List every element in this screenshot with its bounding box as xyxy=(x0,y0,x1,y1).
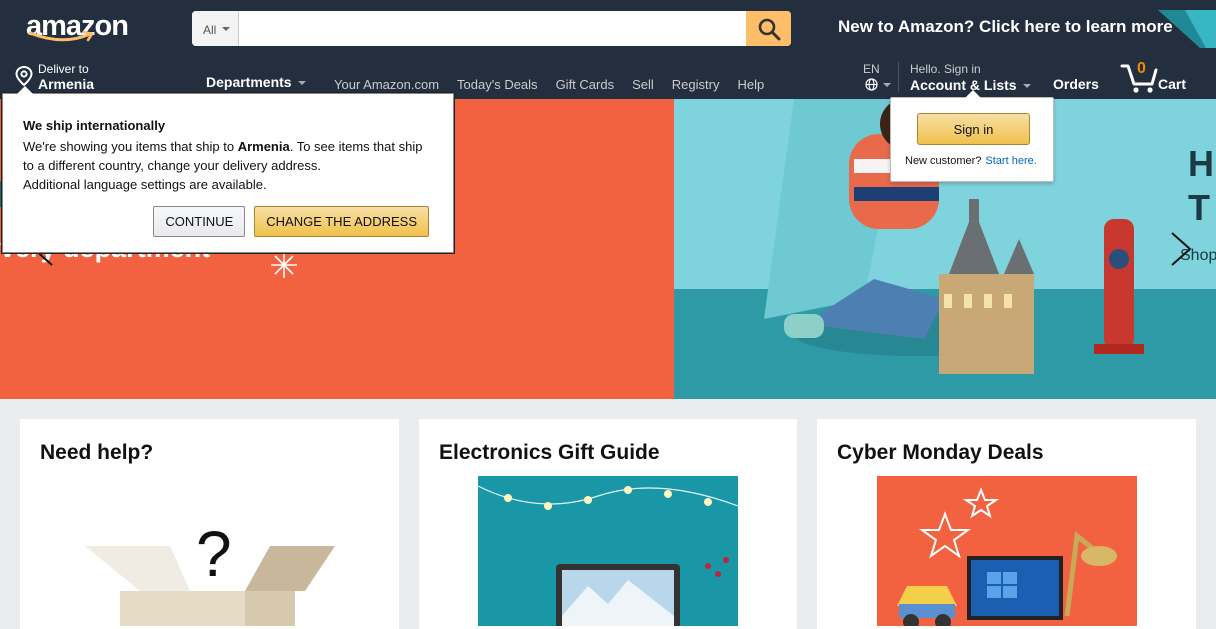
header-bar: amazon All New to Amazon? Click here to … xyxy=(0,0,1216,99)
nav-link-help[interactable]: Help xyxy=(737,77,764,92)
orders-link[interactable]: Orders xyxy=(1053,76,1099,92)
smile-icon xyxy=(28,30,95,42)
card-need-help[interactable]: Need help? ? xyxy=(20,419,399,629)
language-selector[interactable]: EN xyxy=(863,62,891,91)
departments-menu[interactable]: Departments xyxy=(206,74,306,90)
change-address-button[interactable]: CHANGE THE ADDRESS xyxy=(254,206,429,237)
globe-icon xyxy=(865,78,878,91)
nav-links: Your Amazon.com Today's Deals Gift Cards… xyxy=(334,77,764,92)
popover-notch xyxy=(965,90,981,98)
card-electronics-gift-guide[interactable]: Electronics Gift Guide xyxy=(419,419,797,629)
departments-label: Departments xyxy=(206,74,292,90)
hero-right-title-2: T xyxy=(1188,187,1210,228)
nav-link-gift-cards[interactable]: Gift Cards xyxy=(556,77,615,92)
popover-notch xyxy=(17,86,33,94)
nav-divider xyxy=(898,62,899,92)
svg-text:?: ? xyxy=(196,518,232,590)
popover-title: We ship internationally xyxy=(23,118,166,133)
new-customer-label: New customer? xyxy=(905,155,982,167)
card-title: Cyber Monday Deals xyxy=(837,441,1044,464)
search-bar: All xyxy=(192,11,791,46)
chevron-down-icon xyxy=(222,27,230,31)
cyber-monday-deals-image xyxy=(877,476,1137,626)
search-icon xyxy=(758,18,780,40)
sign-in-button[interactable]: Sign in xyxy=(917,113,1030,145)
hero-right-title-1: H xyxy=(1188,143,1214,184)
popover-country: Armenia xyxy=(237,139,290,154)
account-lists-label: Account & Lists xyxy=(910,77,1017,93)
promo-swoosh-icon xyxy=(1158,10,1216,48)
electronics-gift-image xyxy=(478,476,738,626)
popover-text-prefix: We're showing you items that ship to xyxy=(23,139,238,154)
popover-message: We're showing you items that ship to Arm… xyxy=(23,137,433,175)
chevron-down-icon xyxy=(297,81,306,86)
account-greeting: Hello. Sign in xyxy=(910,62,981,76)
search-input[interactable] xyxy=(239,11,746,46)
open-box-image: ? xyxy=(85,518,335,626)
search-button[interactable] xyxy=(746,11,791,46)
carousel-next-icon[interactable] xyxy=(1168,231,1194,267)
continue-button[interactable]: CONTINUE xyxy=(153,206,246,237)
search-category-select[interactable]: All xyxy=(192,11,239,46)
cart-button[interactable]: 0 Cart xyxy=(1120,58,1200,94)
card-title: Need help? xyxy=(40,441,154,464)
nav-link-todays-deals[interactable]: Today's Deals xyxy=(457,77,538,92)
ship-internationally-popover: We ship internationally We're showing yo… xyxy=(2,86,454,253)
nav-link-registry[interactable]: Registry xyxy=(672,77,720,92)
card-title: Electronics Gift Guide xyxy=(439,441,660,464)
signin-popover: Sign in New customer? Start here. xyxy=(890,90,1054,182)
account-lists-menu[interactable]: Hello. Sign in Account & Lists xyxy=(910,62,1031,93)
popover-actions: CONTINUE CHANGE THE ADDRESS xyxy=(153,206,429,237)
promo-link[interactable]: New to Amazon? Click here to learn more xyxy=(838,17,1173,37)
nav-link-your-amazon[interactable]: Your Amazon.com xyxy=(334,77,439,92)
deliver-to-label: Deliver to xyxy=(38,62,89,76)
language-code: EN xyxy=(863,62,880,76)
new-customer-line: New customer? Start here. xyxy=(905,155,1037,167)
chevron-down-icon xyxy=(1022,84,1031,89)
popover-language-note: Additional language settings are availab… xyxy=(23,177,267,192)
search-category-label: All xyxy=(203,23,217,37)
start-here-link[interactable]: Start here. xyxy=(985,155,1036,167)
cart-count: 0 xyxy=(1137,60,1146,77)
amazon-logo[interactable]: amazon xyxy=(26,10,129,46)
cart-label: Cart xyxy=(1158,76,1187,92)
deliver-to-country: Armenia xyxy=(38,76,95,92)
nav-link-sell[interactable]: Sell xyxy=(632,77,654,92)
chevron-down-icon xyxy=(883,83,891,87)
sparkle-icon xyxy=(271,252,297,278)
location-pin-icon xyxy=(15,66,33,86)
card-cyber-monday-deals[interactable]: Cyber Monday Deals xyxy=(817,419,1196,629)
